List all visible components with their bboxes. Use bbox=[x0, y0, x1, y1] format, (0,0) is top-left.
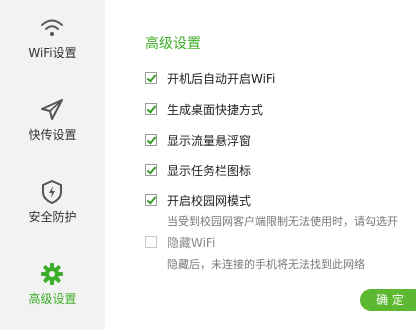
option-label: 显示流量悬浮窗 bbox=[167, 133, 252, 148]
gear-icon bbox=[41, 263, 63, 285]
checkbox[interactable] bbox=[145, 103, 157, 115]
hide-wifi-description: 隐藏后，未连接的手机将无法找到此网络 bbox=[167, 258, 365, 271]
page-title: 高级设置 bbox=[145, 36, 201, 52]
confirm-button[interactable]: 确 定 bbox=[360, 289, 416, 311]
option-label: 显示任务栏图标 bbox=[167, 163, 252, 178]
sidebar-item-label: 安全防护 bbox=[28, 210, 77, 224]
option-taskbar-icon[interactable]: 显示任务栏图标 bbox=[145, 162, 251, 178]
checkbox[interactable] bbox=[145, 164, 157, 176]
option-label: 隐藏WiFi bbox=[167, 235, 216, 250]
sidebar-item-advanced[interactable]: 高级设置 bbox=[0, 246, 105, 326]
sidebar-item-wifi[interactable]: WiFi设置 bbox=[0, 0, 105, 80]
shield-icon bbox=[42, 180, 62, 204]
checkbox[interactable] bbox=[145, 72, 157, 84]
option-label: 开机后自动开启WiFi bbox=[167, 71, 276, 86]
send-icon bbox=[41, 99, 63, 120]
option-campus-mode[interactable]: 开启校园网模式 bbox=[145, 192, 251, 208]
checkbox[interactable] bbox=[145, 194, 157, 206]
option-auto-wifi[interactable]: 开机后自动开启WiFi bbox=[145, 70, 275, 86]
main-panel: 高级设置 开机后自动开启WiFi 生成桌面快捷方式 显示流量悬浮窗 显示任务栏图… bbox=[105, 0, 416, 330]
wifi-icon bbox=[41, 19, 63, 36]
option-hide-wifi[interactable]: 隐藏WiFi bbox=[145, 234, 215, 250]
sidebar-item-label: 高级设置 bbox=[28, 292, 77, 306]
sidebar-item-transfer[interactable]: 快传设置 bbox=[0, 82, 105, 162]
sidebar-item-label: WiFi设置 bbox=[28, 46, 77, 60]
option-label: 开启校园网模式 bbox=[167, 193, 252, 208]
option-label: 生成桌面快捷方式 bbox=[167, 102, 264, 117]
campus-mode-description: 当受到校园网客户端限制无法使用时，请勾选开 bbox=[167, 215, 398, 228]
sidebar-item-security[interactable]: 安全防护 bbox=[0, 164, 105, 244]
checkbox[interactable] bbox=[145, 134, 157, 146]
option-desktop-shortcut[interactable]: 生成桌面快捷方式 bbox=[145, 101, 263, 117]
option-traffic-float[interactable]: 显示流量悬浮窗 bbox=[145, 132, 251, 148]
sidebar: WiFi设置 快传设置 安全防护 高级设置 bbox=[0, 0, 105, 330]
checkbox[interactable] bbox=[145, 236, 157, 248]
sidebar-item-label: 快传设置 bbox=[28, 128, 77, 142]
